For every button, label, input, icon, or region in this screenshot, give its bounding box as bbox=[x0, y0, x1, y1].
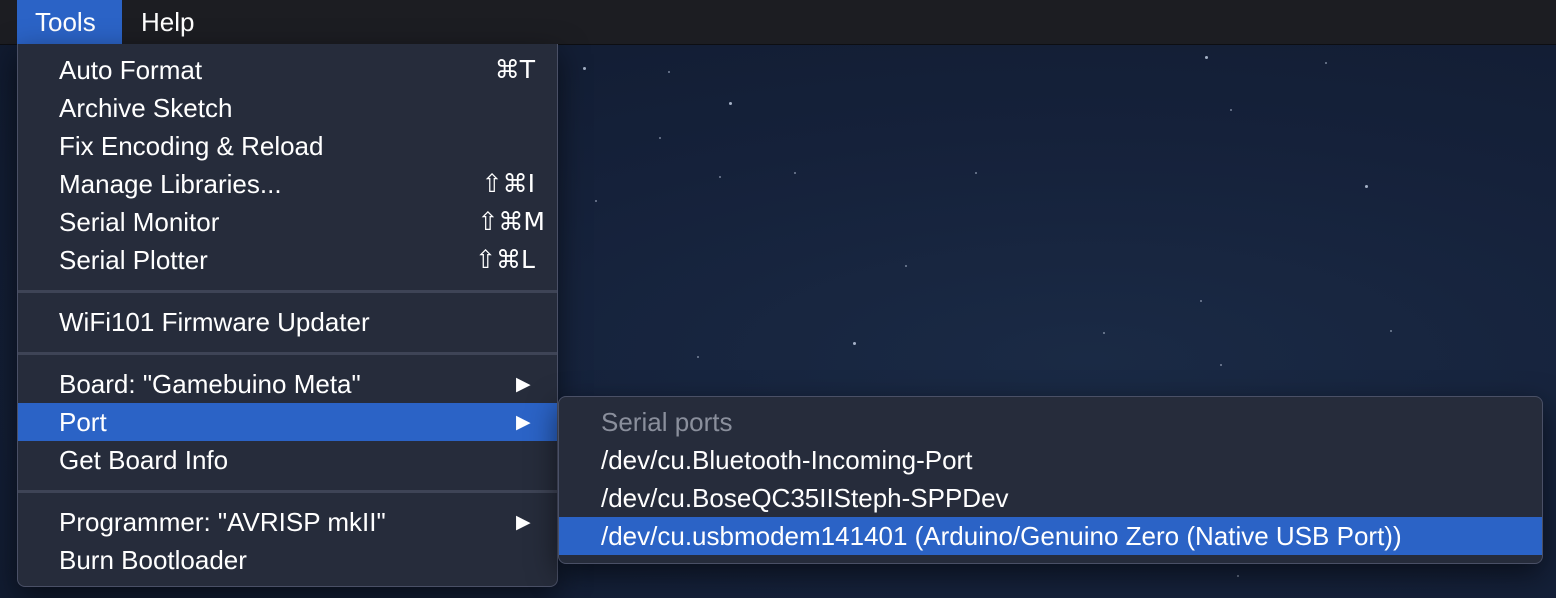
star bbox=[1390, 330, 1392, 332]
menu-item-get-board-info[interactable]: Get Board Info bbox=[18, 441, 557, 479]
menu-item-label: Port bbox=[59, 407, 107, 437]
menu-bar-help[interactable]: Help bbox=[123, 0, 212, 44]
menu-item-label: Serial Plotter bbox=[59, 245, 208, 275]
menu-item-programmer[interactable]: Programmer: "AVRISP mkII" ▶ bbox=[18, 503, 557, 541]
port-item-bluetooth-incoming[interactable]: /dev/cu.Bluetooth-Incoming-Port bbox=[559, 441, 1542, 479]
star bbox=[719, 176, 721, 178]
star bbox=[1205, 56, 1208, 59]
menu-item-label: Archive Sketch bbox=[59, 93, 233, 123]
star bbox=[975, 172, 977, 174]
menu-separator bbox=[18, 290, 557, 293]
menu-item-shortcut: ⇧⌘I bbox=[481, 169, 535, 198]
star bbox=[853, 342, 856, 345]
star bbox=[1220, 364, 1222, 366]
submenu-header-serial-ports: Serial ports bbox=[559, 403, 1542, 441]
menu-item-label: Manage Libraries... bbox=[59, 169, 282, 199]
menu-bar: Tools Help bbox=[0, 0, 1556, 45]
star bbox=[1325, 62, 1327, 64]
menu-separator bbox=[18, 352, 557, 355]
menu-item-burn-bootloader[interactable]: Burn Bootloader bbox=[18, 541, 557, 579]
star bbox=[697, 356, 699, 358]
menu-item-label: Get Board Info bbox=[59, 445, 229, 475]
menu-item-label: Serial Monitor bbox=[59, 207, 220, 237]
star bbox=[595, 200, 597, 202]
star bbox=[1237, 575, 1239, 577]
port-submenu: Serial ports /dev/cu.Bluetooth-Incoming-… bbox=[558, 396, 1543, 564]
star bbox=[905, 265, 907, 267]
port-item-boseqc35[interactable]: /dev/cu.BoseQC35IISteph-SPPDev bbox=[559, 479, 1542, 517]
star bbox=[794, 172, 796, 174]
menu-bar-tools[interactable]: Tools bbox=[17, 0, 122, 44]
menu-item-shortcut: ⇧⌘M bbox=[477, 207, 545, 236]
star bbox=[729, 102, 732, 105]
menu-item-wifi101-firmware-updater[interactable]: WiFi101 Firmware Updater bbox=[18, 303, 557, 341]
star bbox=[1365, 185, 1368, 188]
port-item-usbmodem141401[interactable]: /dev/cu.usbmodem141401 (Arduino/Genuino … bbox=[559, 517, 1542, 555]
menu-item-manage-libraries[interactable]: Manage Libraries... ⇧⌘I bbox=[18, 165, 557, 203]
menu-item-archive-sketch[interactable]: Archive Sketch bbox=[18, 89, 557, 127]
menu-item-auto-format[interactable]: Auto Format ⌘T bbox=[18, 51, 557, 89]
menu-separator bbox=[18, 490, 557, 493]
menu-item-label: Fix Encoding & Reload bbox=[59, 131, 324, 161]
tools-menu: Auto Format ⌘T Archive Sketch Fix Encodi… bbox=[17, 44, 558, 587]
port-item-label: /dev/cu.BoseQC35IISteph-SPPDev bbox=[601, 483, 1009, 513]
menu-item-label: Board: "Gamebuino Meta" bbox=[59, 369, 361, 399]
star bbox=[583, 67, 586, 70]
star bbox=[1200, 300, 1202, 302]
menu-item-board[interactable]: Board: "Gamebuino Meta" ▶ bbox=[18, 365, 557, 403]
port-item-label: /dev/cu.usbmodem141401 (Arduino/Genuino … bbox=[601, 521, 1402, 551]
menu-item-fix-encoding-reload[interactable]: Fix Encoding & Reload bbox=[18, 127, 557, 165]
menu-item-label: Burn Bootloader bbox=[59, 545, 247, 575]
menu-item-label: Programmer: "AVRISP mkII" bbox=[59, 507, 386, 537]
star bbox=[1230, 109, 1232, 111]
menu-item-shortcut: ⌘T bbox=[494, 55, 535, 84]
menu-item-port[interactable]: Port ▶ bbox=[18, 403, 557, 441]
star bbox=[659, 137, 661, 139]
submenu-arrow-icon: ▶ bbox=[516, 411, 531, 433]
menu-item-shortcut: ⇧⌘L bbox=[475, 245, 535, 274]
star bbox=[668, 71, 670, 73]
submenu-header-label: Serial ports bbox=[601, 407, 733, 437]
star bbox=[1103, 332, 1105, 334]
submenu-arrow-icon: ▶ bbox=[516, 511, 531, 533]
menu-item-serial-monitor[interactable]: Serial Monitor ⇧⌘M bbox=[18, 203, 557, 241]
menu-item-serial-plotter[interactable]: Serial Plotter ⇧⌘L bbox=[18, 241, 557, 279]
menu-item-label: WiFi101 Firmware Updater bbox=[59, 307, 370, 337]
menu-item-label: Auto Format bbox=[59, 55, 203, 85]
submenu-arrow-icon: ▶ bbox=[516, 373, 531, 395]
port-item-label: /dev/cu.Bluetooth-Incoming-Port bbox=[601, 445, 973, 475]
